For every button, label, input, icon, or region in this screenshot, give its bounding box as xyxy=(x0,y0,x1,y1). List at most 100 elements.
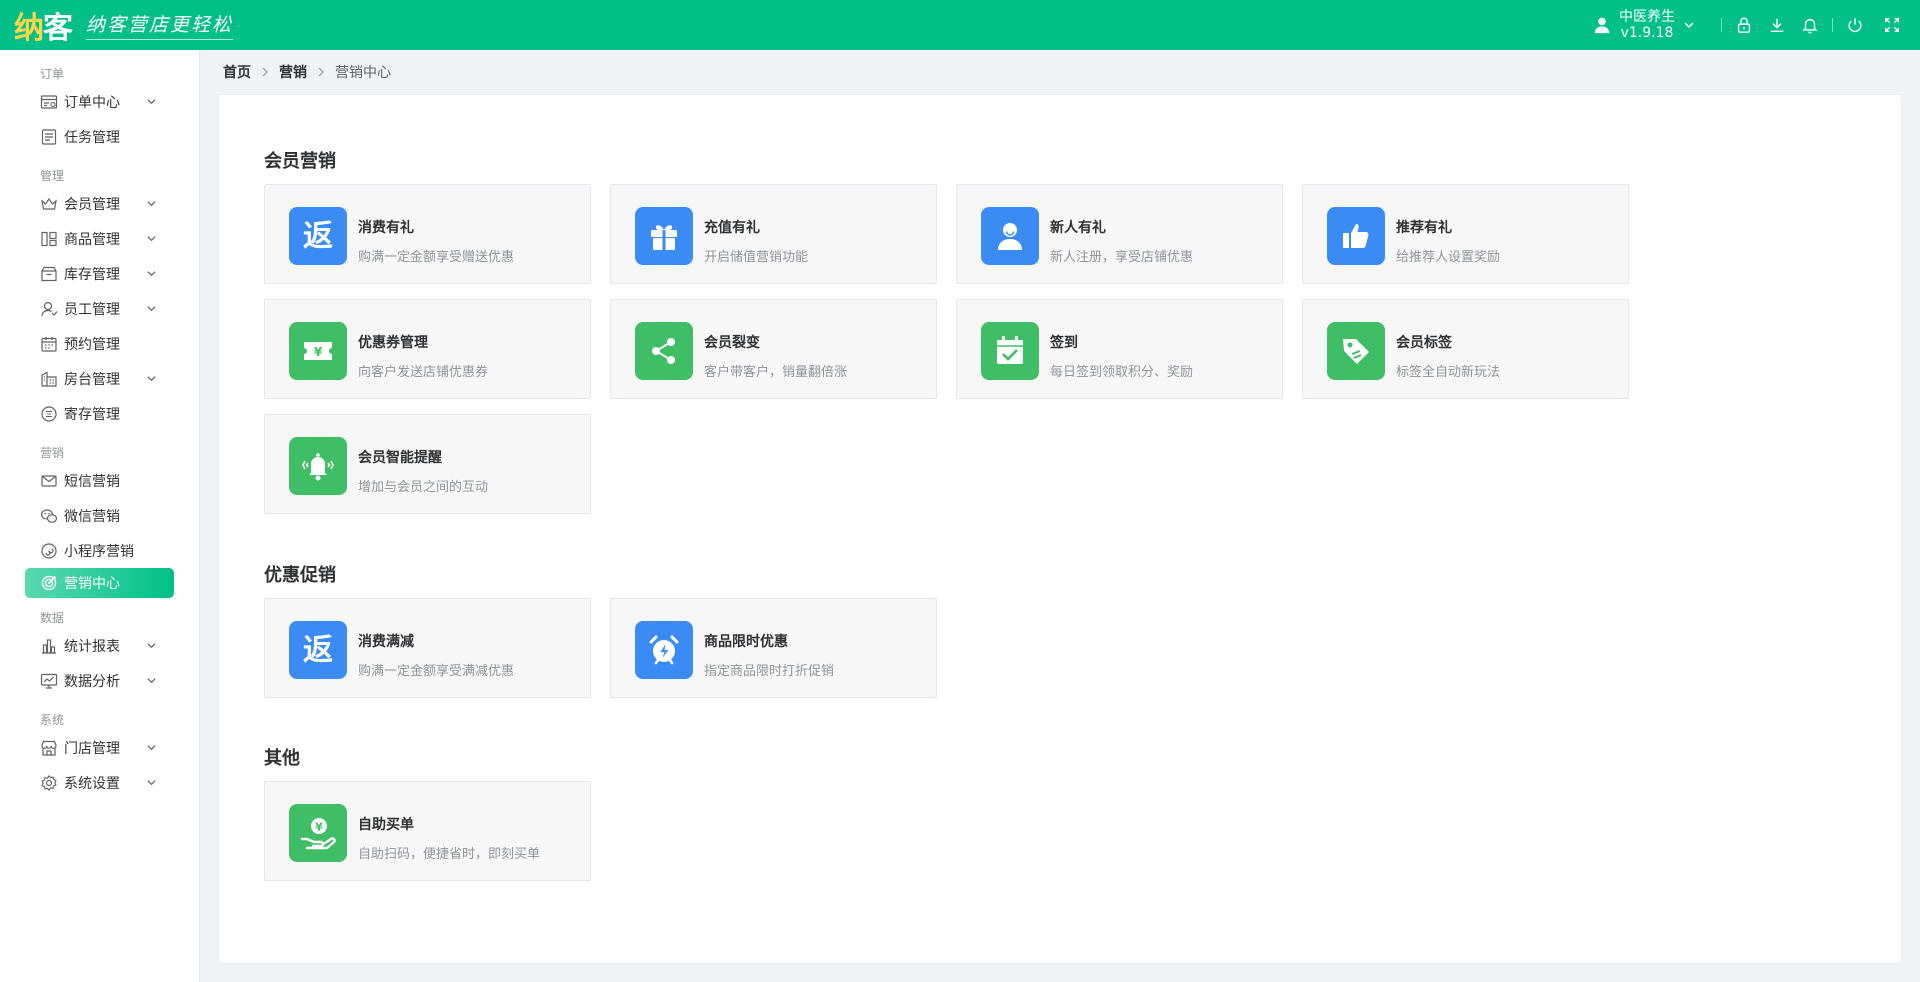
calendar-icon xyxy=(40,335,58,353)
card-desc: 自助扫码，便捷省时，即刻买单 xyxy=(358,847,541,862)
card-desc: 指定商品限时打折促销 xyxy=(704,664,835,679)
coupon-icon: ¥ xyxy=(289,322,347,380)
sidebar-item-product-management[interactable]: 商品管理 xyxy=(0,221,199,256)
app-version: v1.9.18 xyxy=(1620,25,1674,41)
sidebar-item-task-management[interactable]: 任务管理 xyxy=(0,119,199,154)
sidebar-item-label: 寄存管理 xyxy=(64,406,120,423)
sidebar-item-wechat-marketing[interactable]: 微信营销 xyxy=(0,498,199,533)
marketing-center-panel: 会员营销 返 消费有礼 购满一定金额享受赠送优惠 充值有礼 开启储值营销功能 新… xyxy=(218,94,1902,964)
menu-group-title: 数据 xyxy=(40,611,65,625)
power-icon[interactable] xyxy=(1845,15,1865,35)
sidebar: 订单 订单中心 任务管理 管理 会员管理 商品管理 库存管理 员工管理 预约管理… xyxy=(0,50,200,982)
sidebar-item-label: 营销中心 xyxy=(64,576,120,592)
inventory-icon xyxy=(40,265,58,283)
breadcrumb-current: 营销中心 xyxy=(335,65,391,81)
breadcrumb-marketing[interactable]: 营销 xyxy=(279,62,307,82)
card-member-tags[interactable]: 会员标签 标签全自动新玩法 xyxy=(1302,299,1629,399)
sidebar-item-label: 库存管理 xyxy=(64,266,120,283)
sidebar-item-mini-program-marketing[interactable]: 小程序营销 xyxy=(0,533,199,568)
sidebar-item-label: 商品管理 xyxy=(64,231,120,248)
sidebar-item-order-center[interactable]: 订单中心 xyxy=(0,84,199,119)
card-title: 新人有礼 xyxy=(1050,220,1106,236)
task-icon xyxy=(40,128,58,146)
mini-program-icon xyxy=(40,542,58,560)
card-title: 消费有礼 xyxy=(358,220,414,236)
gear-icon xyxy=(40,774,58,792)
card-desc: 每日签到领取积分、奖励 xyxy=(1050,365,1194,380)
card-desc: 向客户发送店铺优惠券 xyxy=(358,365,489,380)
sidebar-item-member-management[interactable]: 会员管理 xyxy=(0,186,199,221)
card-limited-time-offer[interactable]: 商品限时优惠 指定商品限时打折促销 xyxy=(610,598,937,698)
card-desc: 购满一定金额享受满减优惠 xyxy=(358,664,515,679)
sidebar-item-label: 短信营销 xyxy=(64,473,120,490)
card-self-checkout[interactable]: ¥ 自助买单 自助扫码，便捷省时，即刻买单 xyxy=(264,781,591,881)
sidebar-item-label: 微信营销 xyxy=(64,508,120,525)
thumbs-up-icon xyxy=(1327,207,1385,265)
svg-text:返: 返 xyxy=(303,219,333,254)
card-consumption-gift[interactable]: 返 消费有礼 购满一定金额享受赠送优惠 xyxy=(264,184,591,284)
staff-icon xyxy=(40,300,58,318)
lock-icon[interactable] xyxy=(1734,15,1754,35)
card-desc: 客户带客户，销量翻倍涨 xyxy=(704,365,848,380)
sidebar-item-label: 小程序营销 xyxy=(64,543,134,560)
card-title: 商品限时优惠 xyxy=(704,634,788,650)
menu-group-title: 营销 xyxy=(40,446,65,460)
sidebar-item-storage-management[interactable]: 寄存管理 xyxy=(0,396,199,431)
sidebar-item-reservation-management[interactable]: 预约管理 xyxy=(0,326,199,361)
menu-group-title: 订单 xyxy=(40,67,65,81)
sidebar-item-data-analysis[interactable]: 数据分析 xyxy=(0,663,199,698)
sidebar-item-sms-marketing[interactable]: 短信营销 xyxy=(0,463,199,498)
sidebar-item-label: 门店管理 xyxy=(64,740,120,757)
sidebar-item-inventory-management[interactable]: 库存管理 xyxy=(0,256,199,291)
sidebar-item-marketing-center[interactable]: 营销中心 xyxy=(25,568,174,598)
sidebar-item-room-management[interactable]: 房台管理 xyxy=(0,361,199,396)
card-coupon-management[interactable]: ¥ 优惠券管理 向客户发送店铺优惠券 xyxy=(264,299,591,399)
tag-icon xyxy=(1327,322,1385,380)
svg-text:¥: ¥ xyxy=(315,821,323,834)
sidebar-item-staff-management[interactable]: 员工管理 xyxy=(0,291,199,326)
card-member-fission[interactable]: 会员裂变 客户带客户，销量翻倍涨 xyxy=(610,299,937,399)
card-recharge-gift[interactable]: 充值有礼 开启储值营销功能 xyxy=(610,184,937,284)
sidebar-item-label: 任务管理 xyxy=(64,129,120,146)
svg-text:¥: ¥ xyxy=(314,345,323,359)
download-icon[interactable] xyxy=(1767,15,1787,35)
menu-group-title: 系统 xyxy=(40,713,65,727)
card-desc: 购满一定金额享受赠送优惠 xyxy=(358,250,515,265)
card-check-in[interactable]: 签到 每日签到领取积分、奖励 xyxy=(956,299,1283,399)
section-title-member-marketing: 会员营销 xyxy=(264,151,336,172)
self-pay-icon: ¥ xyxy=(289,804,347,862)
chevron-down-icon xyxy=(1684,22,1694,29)
sidebar-item-system-settings[interactable]: 系统设置 xyxy=(0,765,199,800)
storage-icon xyxy=(40,405,58,423)
sidebar-item-label: 数据分析 xyxy=(64,673,120,690)
sidebar-item-store-management[interactable]: 门店管理 xyxy=(0,730,199,765)
breadcrumb: 首页 营销 营销中心 xyxy=(223,63,391,81)
store-icon xyxy=(40,739,58,757)
sidebar-item-label: 系统设置 xyxy=(64,775,120,792)
fullscreen-icon[interactable] xyxy=(1882,15,1902,35)
card-spend-discount[interactable]: 返 消费满减 购满一定金额享受满减优惠 xyxy=(264,598,591,698)
new-user-icon xyxy=(981,207,1039,265)
logo[interactable]: 纳客 纳客营店更轻松 xyxy=(0,3,234,47)
rebate-icon: 返 xyxy=(289,207,347,265)
card-smart-reminder[interactable]: 会员智能提醒 增加与会员之间的互动 xyxy=(264,414,591,514)
card-title: 会员智能提醒 xyxy=(358,450,442,466)
logo-text: 纳客 xyxy=(14,11,73,46)
top-header: 纳客 纳客营店更轻松 中医养生 v1.9.18 xyxy=(0,0,1920,50)
chevron-down-icon xyxy=(147,271,156,277)
bell-icon[interactable] xyxy=(1800,15,1820,35)
section-title-promotions: 优惠促销 xyxy=(264,565,336,586)
card-newcomer-gift[interactable]: 新人有礼 新人注册，享受店铺优惠 xyxy=(956,184,1283,284)
chevron-down-icon xyxy=(147,306,156,312)
rebate-icon: 返 xyxy=(289,621,347,679)
chevron-down-icon xyxy=(147,678,156,684)
card-referral-gift[interactable]: 推荐有礼 给推荐人设置奖励 xyxy=(1302,184,1629,284)
user-menu[interactable]: 中医养生 v1.9.18 xyxy=(1593,9,1695,41)
sidebar-item-statistics-report[interactable]: 统计报表 xyxy=(0,628,199,663)
chevron-down-icon xyxy=(147,201,156,207)
chevron-down-icon xyxy=(147,780,156,786)
chevron-down-icon xyxy=(147,745,156,751)
breadcrumb-home[interactable]: 首页 xyxy=(223,62,251,82)
card-title: 签到 xyxy=(1050,335,1078,351)
sidebar-item-label: 订单中心 xyxy=(64,94,120,111)
